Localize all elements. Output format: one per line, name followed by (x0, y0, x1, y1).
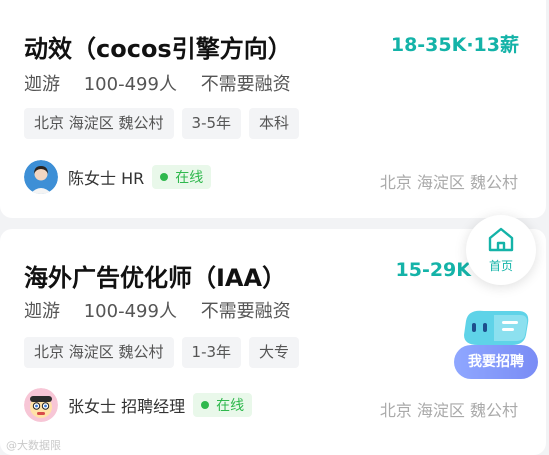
recruiter-name: 陈女士 HR (68, 169, 145, 188)
online-status: 在线 (216, 398, 245, 414)
salary: 15-29K (395, 259, 472, 281)
job-location: 北京 海淀区 魏公村 (379, 173, 518, 192)
salary: 18-35K·13薪 (390, 34, 519, 56)
watermark: @大数据限 (6, 439, 61, 452)
online-badge: 在线 (193, 393, 253, 417)
tag: 大专 (249, 337, 300, 368)
online-dot-icon (160, 173, 169, 181)
company-name: 迦游 (24, 301, 60, 322)
recruit-button[interactable]: 我要招聘 (454, 305, 538, 381)
job-title: 动效（cocos引擎方向） (24, 35, 292, 63)
job-card[interactable]: 动效（cocos引擎方向） 18-35K·13薪 迦游 100-499人 不需要… (0, 0, 546, 218)
tag-list: 北京 海淀区 魏公村 3-5年 本科 (24, 108, 300, 139)
company-name: 迦游 (24, 74, 60, 95)
job-location: 北京 海淀区 魏公村 (379, 401, 518, 420)
recruiter-info: 陈女士 HR 在线 (24, 160, 212, 194)
tag-list: 北京 海淀区 魏公村 1-3年 大专 (24, 337, 300, 368)
tag: 3-5年 (181, 108, 242, 139)
recruiter-info: 张女士 招聘经理 在线 (24, 388, 253, 422)
job-title: 海外广告优化师（IAA） (24, 264, 287, 292)
online-dot-icon (201, 401, 210, 409)
company-funding: 不需要融资 (200, 74, 291, 95)
tag: 本科 (249, 108, 300, 139)
company-info: 迦游 100-499人 不需要融资 (24, 297, 309, 323)
home-label: 首页 (488, 259, 513, 273)
company-funding: 不需要融资 (200, 301, 291, 322)
home-button[interactable]: 首页 (466, 215, 536, 285)
online-status: 在线 (175, 170, 204, 186)
home-icon (487, 226, 515, 256)
avatar-cartoon (24, 388, 58, 422)
recruiter-name: 张女士 招聘经理 (68, 397, 186, 416)
company-size: 100-499人 (83, 74, 177, 95)
avatar-woman (24, 160, 58, 194)
company-size: 100-499人 (83, 301, 177, 322)
tag: 1-3年 (181, 337, 242, 368)
tag: 北京 海淀区 魏公村 (24, 108, 174, 139)
tag: 北京 海淀区 魏公村 (24, 337, 174, 368)
company-info: 迦游 100-499人 不需要融资 (24, 70, 309, 96)
online-badge: 在线 (152, 165, 212, 189)
recruit-label: 我要招聘 (454, 345, 538, 379)
